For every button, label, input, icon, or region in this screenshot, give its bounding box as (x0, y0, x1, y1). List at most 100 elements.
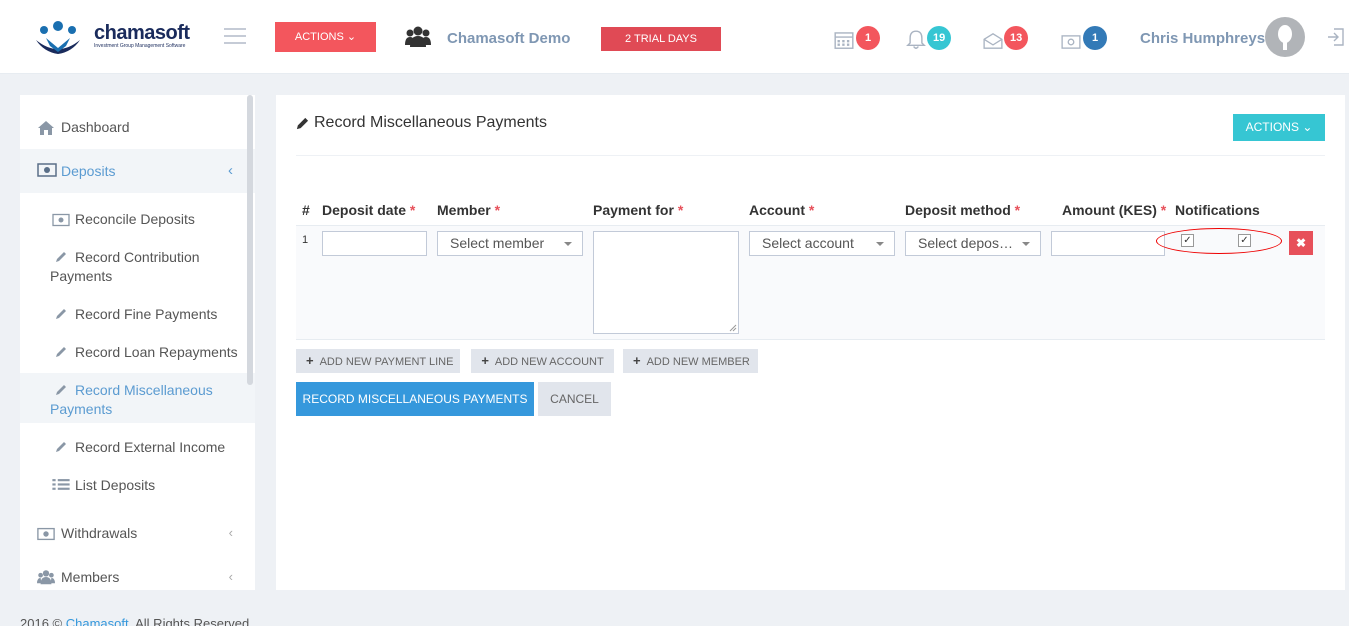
column-header-deposit-method: Deposit method * (905, 202, 1020, 218)
sidebar-subitem-label: Record Fine Payments (75, 306, 218, 322)
column-header-label: Account (749, 202, 805, 218)
money-icon (37, 163, 57, 177)
required-marker: * (1014, 202, 1021, 218)
sidebar-subitem-label: Reconcile Deposits (75, 211, 195, 227)
add-payment-line-label: ADD NEW PAYMENT LINE (319, 356, 454, 368)
amount-input[interactable] (1051, 231, 1165, 256)
required-marker: * (677, 202, 684, 218)
logo-text: chamasoft (94, 22, 190, 44)
highlight-ellipse (1156, 228, 1282, 254)
plus-icon: + (633, 353, 641, 368)
sidebar-subitem-label: Record Miscellaneous Payments (50, 382, 213, 417)
footer: 2016 © Chamasoft. All Rights Reserved (20, 616, 249, 626)
deposit-date-input[interactable] (322, 231, 427, 256)
sidebar-subitem-label: Record Loan Repayments (75, 344, 238, 360)
chevron-left-icon: ‹ (228, 569, 233, 584)
sidebar-item-label: Withdrawals (61, 525, 138, 541)
sidebar-item-withdrawals[interactable]: Withdrawals ‹ (20, 525, 255, 545)
users-icon (37, 570, 55, 585)
add-member-button[interactable]: + ADD NEW MEMBER (623, 349, 758, 373)
chevron-down-icon: ⌄ (346, 31, 357, 43)
money-icon (37, 527, 55, 541)
account-select[interactable]: Select account (749, 231, 895, 256)
record-payments-button[interactable]: RECORD MISCELLANEOUS PAYMENTS (296, 382, 534, 416)
delete-row-button[interactable]: ✖ (1289, 231, 1313, 255)
inbox-count-badge[interactable]: 13 (1004, 26, 1029, 50)
required-marker: * (494, 202, 501, 218)
column-header-deposit-date: Deposit date * (322, 202, 415, 218)
pencil-icon (296, 117, 309, 130)
add-payment-line-button[interactable]: + ADD NEW PAYMENT LINE (296, 349, 460, 373)
envelope-icon[interactable] (983, 31, 1003, 51)
column-header-label: Deposit date (322, 202, 407, 218)
sidebar-subitem-label: List Deposits (75, 477, 156, 493)
page-title: Record Miscellaneous Payments (314, 114, 547, 131)
logout-icon[interactable] (1326, 27, 1346, 47)
header-actions-label: ACTIONS (294, 31, 344, 43)
member-select-value: Select member (450, 235, 545, 251)
resize-handle-icon[interactable] (729, 324, 737, 332)
sidebar-item-deposits[interactable]: Deposits ‹ (20, 149, 255, 193)
main-panel: Record Miscellaneous Payments ACTIONS ⌄ … (276, 95, 1345, 590)
sidebar-item-label: Deposits (61, 163, 116, 179)
calendar-count-badge[interactable]: 1 (856, 26, 880, 50)
home-icon (38, 121, 54, 135)
sidebar-subitem-label: Record External Income (75, 439, 226, 455)
sidebar: Dashboard Deposits ‹ Reconcile Deposits … (20, 95, 255, 590)
column-header-amount: Amount (KES) * (1062, 202, 1166, 218)
chevron-down-icon: ⌄ (1302, 120, 1313, 134)
avatar[interactable] (1265, 17, 1305, 57)
caret-down-icon (876, 242, 884, 246)
column-header-label: Deposit method (905, 202, 1011, 218)
menu-toggle-icon[interactable] (224, 28, 246, 44)
logo[interactable]: chamasoft Investment Group Management So… (32, 18, 192, 58)
chevron-left-icon: ‹ (228, 162, 233, 179)
calendar-icon[interactable] (834, 30, 854, 50)
sidebar-item-label: Members (61, 569, 120, 585)
row-number: 1 (302, 234, 309, 246)
panel-actions-label: ACTIONS (1245, 120, 1299, 134)
column-header-payment-for: Payment for * (593, 202, 683, 218)
footer-link[interactable]: Chamasoft (66, 616, 129, 626)
column-header-label: Payment for (593, 202, 674, 218)
account-select-value: Select account (762, 235, 854, 251)
add-account-label: ADD NEW ACCOUNT (494, 356, 604, 368)
column-header-label: Amount (KES) (1062, 202, 1157, 218)
chevron-left-icon: ‹ (228, 525, 233, 540)
trial-days-badge[interactable]: 2 TRIAL DAYS (601, 27, 721, 51)
bell-icon[interactable] (906, 30, 926, 50)
add-account-button[interactable]: + ADD NEW ACCOUNT (471, 349, 614, 373)
sidebar-item-label: Dashboard (61, 119, 130, 135)
required-marker: * (1160, 202, 1167, 218)
payments-count-badge[interactable]: 1 (1083, 26, 1107, 50)
sidebar-subitem-label: Record Contribution Payments (50, 249, 200, 284)
group-name[interactable]: Chamasoft Demo (447, 30, 570, 47)
plus-icon: + (306, 353, 314, 368)
logo-icon (36, 21, 80, 54)
payment-for-textarea[interactable] (593, 231, 739, 334)
column-header-account: Account * (749, 202, 814, 218)
footer-suffix: . All Rights Reserved (128, 616, 250, 626)
user-name[interactable]: Chris Humphreys (1140, 30, 1265, 47)
notifications-count-badge[interactable]: 19 (927, 26, 952, 50)
caret-down-icon (564, 242, 572, 246)
cancel-button[interactable]: CANCEL (538, 382, 611, 416)
user-avatar-icon (1278, 25, 1292, 50)
plus-icon: + (481, 353, 489, 368)
member-select[interactable]: Select member (437, 231, 583, 256)
footer-prefix: 2016 © (20, 616, 66, 626)
required-marker: * (808, 202, 815, 218)
sidebar-scrollbar[interactable] (247, 95, 253, 385)
sidebar-item-members[interactable]: Members ‹ (20, 569, 255, 589)
column-header-notifications: Notifications (1175, 202, 1260, 218)
column-header-number: # (302, 202, 310, 218)
add-member-label: ADD NEW MEMBER (646, 356, 750, 368)
money-icon[interactable] (1061, 32, 1081, 52)
panel-divider (296, 155, 1325, 156)
required-marker: * (409, 202, 416, 218)
panel-actions-button[interactable]: ACTIONS ⌄ (1233, 114, 1325, 141)
header-actions-button[interactable]: ACTIONS ⌄ (275, 22, 376, 52)
sidebar-item-dashboard[interactable]: Dashboard (20, 119, 255, 139)
deposit-method-select[interactable]: Select depos… (905, 231, 1041, 256)
caret-down-icon (1022, 242, 1030, 246)
